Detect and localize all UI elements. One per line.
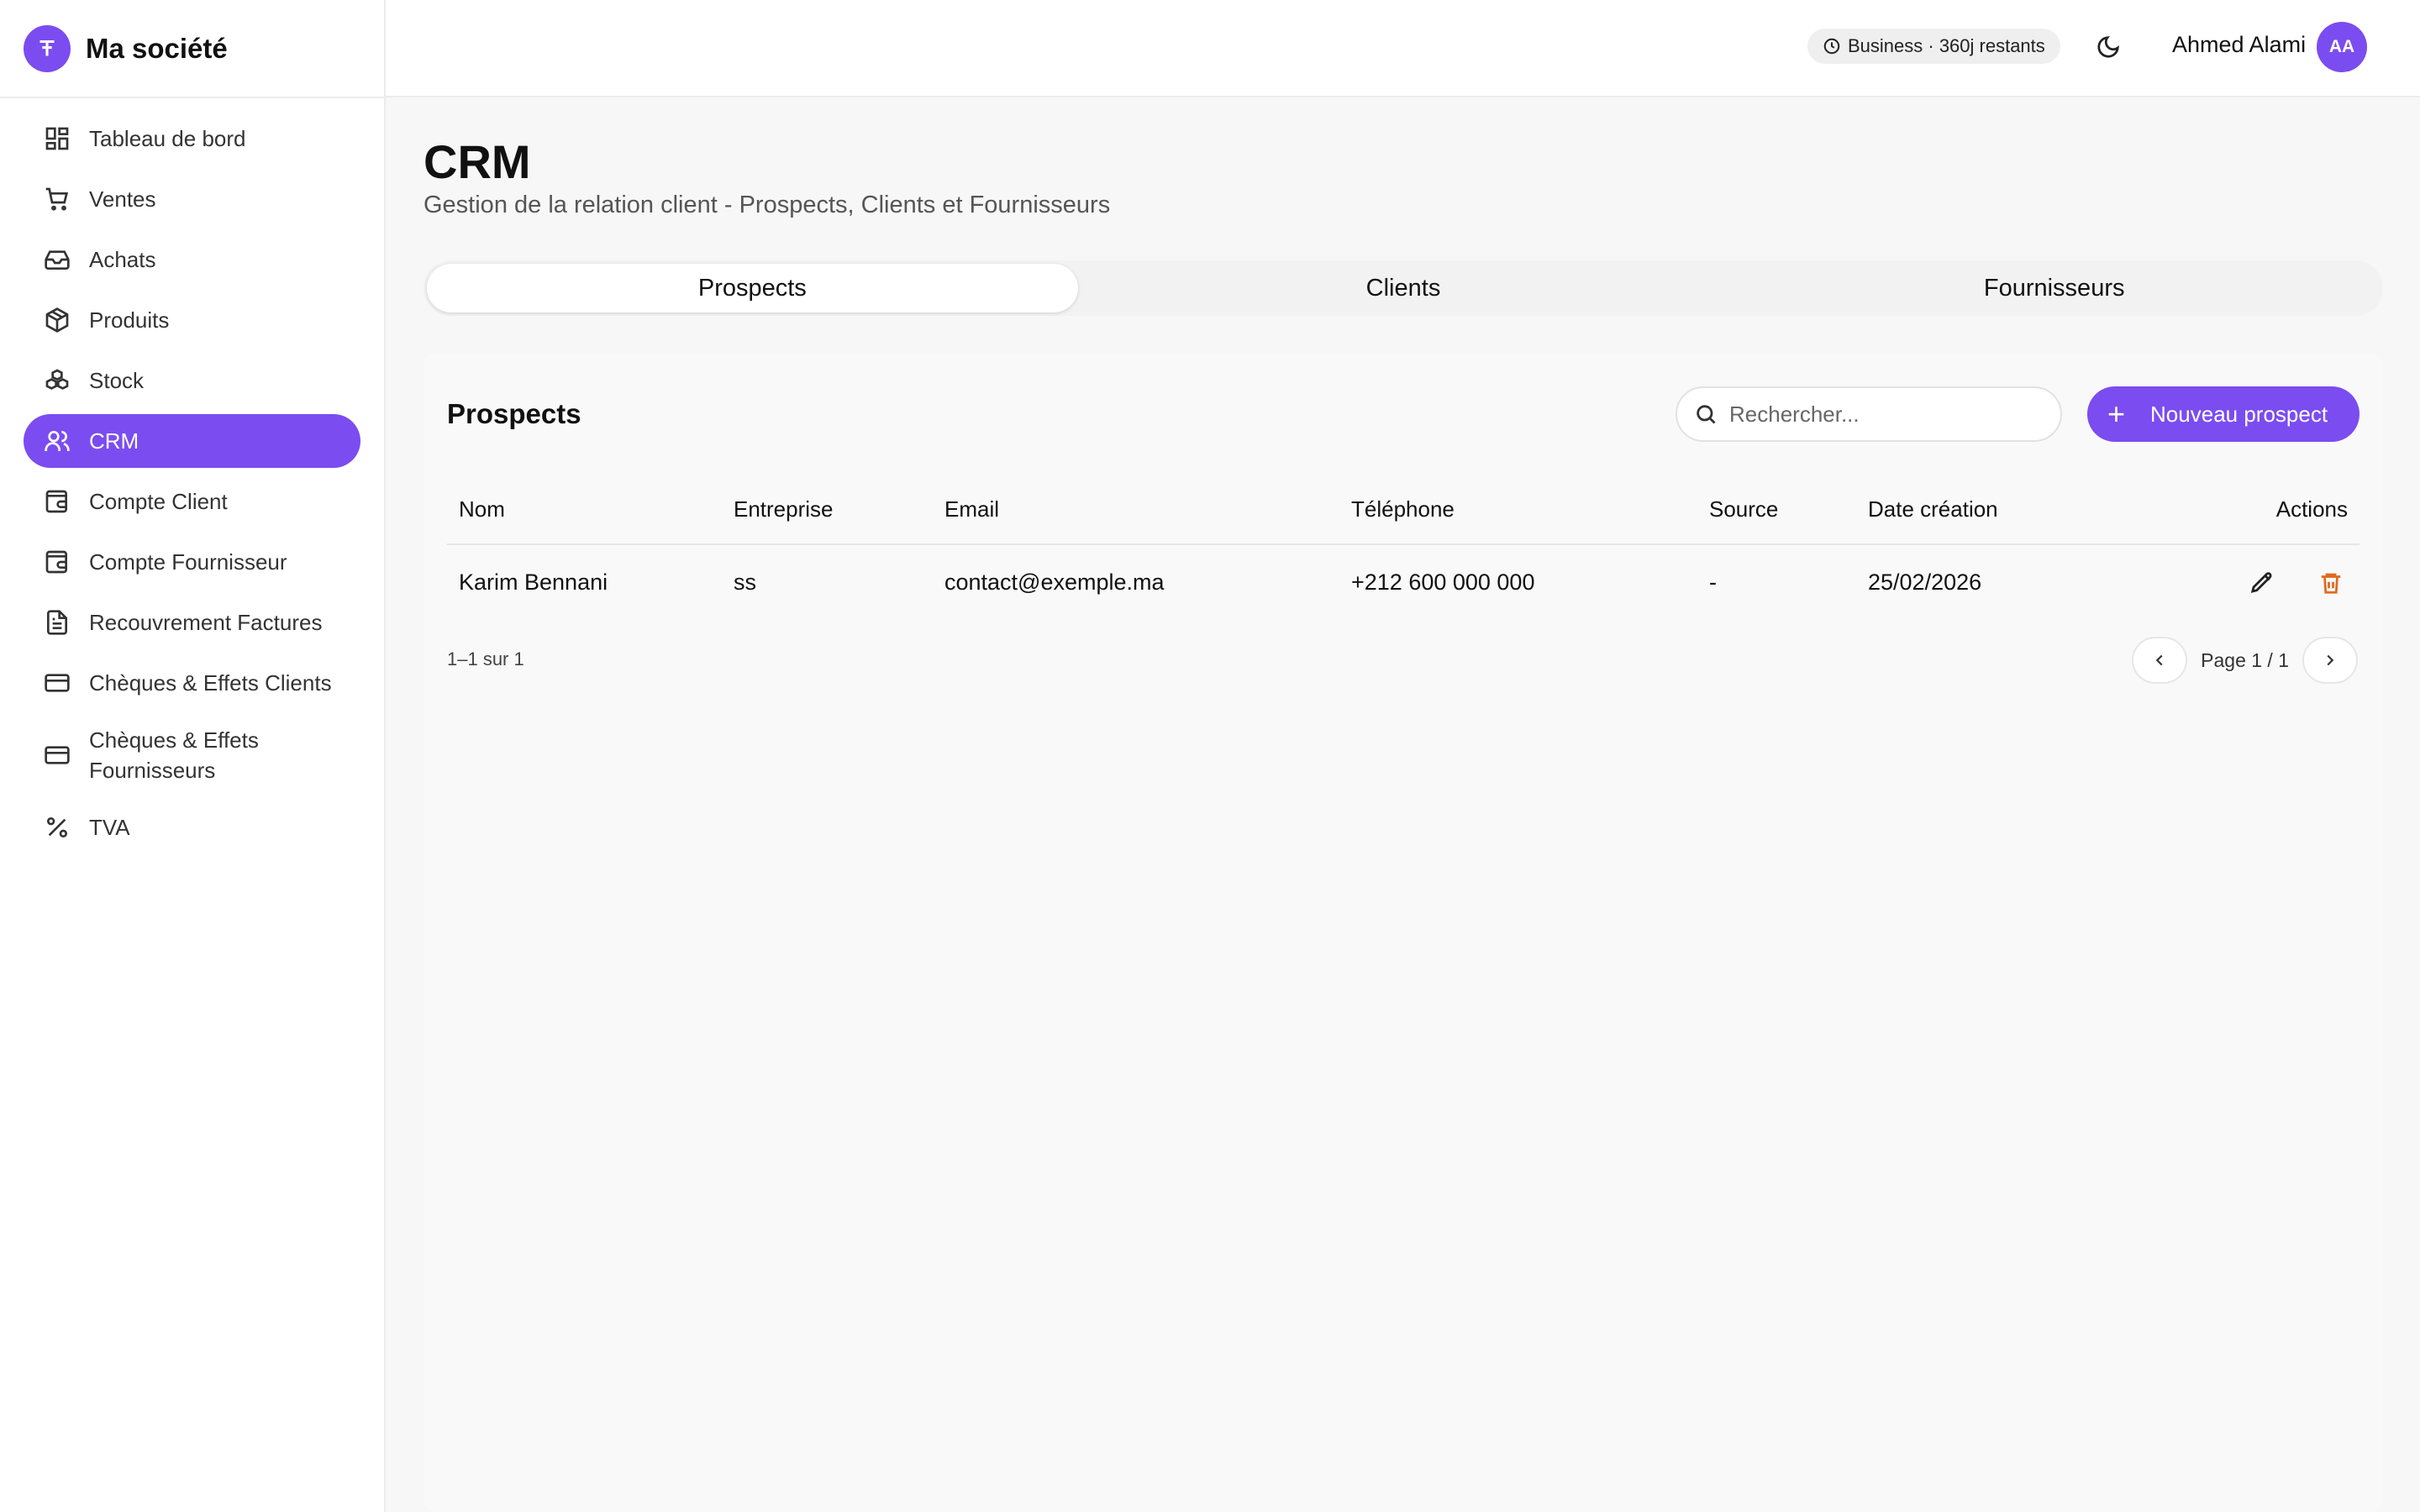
chevron-right-icon (2327, 654, 2334, 666)
sidebar-item-label: Chèques & Effets Fournisseurs (89, 727, 259, 783)
column-header-entreprise[interactable]: Entreprise (722, 475, 933, 545)
trash-icon (2321, 573, 2341, 594)
cell-telephone: +212 600 000 000 (1351, 570, 1535, 595)
theme-toggle-button[interactable] (2091, 30, 2125, 64)
crm-tabs: Prospects Clients Fournisseurs (424, 260, 2383, 316)
user-name[interactable]: Ahmed Alami (2172, 32, 2306, 58)
sidebar-nav: Tableau de bord Ventes Achats Produits S… (0, 98, 384, 854)
cell-date-creation: 25/02/2026 (1868, 570, 1982, 595)
clock-icon (1823, 38, 1840, 55)
avatar[interactable]: AA (2317, 22, 2367, 72)
cell-actions (2142, 544, 2360, 620)
sidebar-item-label: Achats (89, 246, 156, 272)
credit-card-icon (42, 668, 72, 698)
edit-button[interactable] (2245, 566, 2279, 600)
sidebar-item-label: Tableau de bord (89, 125, 246, 151)
cell-nom: Karim Bennani (459, 570, 608, 595)
sidebar-item-tva[interactable]: TVA (24, 801, 360, 854)
tab-clients[interactable]: Clients (1078, 264, 1729, 312)
brand-name: Ma société (86, 32, 228, 64)
sidebar-item-label: CRM (89, 428, 139, 454)
users-icon (42, 426, 72, 456)
prospects-card: Prospects + Nouveau prospect Nom Entrepr… (424, 353, 2383, 1512)
sidebar-item-label: Produits (89, 307, 170, 333)
percent-icon (42, 812, 72, 843)
search-input[interactable] (1729, 401, 2032, 428)
sidebar-item-label: Compte Fournisseur (89, 549, 287, 575)
column-header-actions: Actions (2142, 475, 2360, 545)
top-header: Business · 360j restants Ahmed Alami AA (386, 0, 2420, 97)
plan-badge: Business · 360j restants (1807, 29, 2060, 64)
chevron-left-icon (2155, 654, 2163, 666)
pagination: Page 1 / 1 (2132, 637, 2358, 684)
sidebar-item-ventes[interactable]: Ventes (24, 172, 360, 226)
tab-prospects[interactable]: Prospects (427, 264, 1078, 312)
sidebar-item-recouvrement-factures[interactable]: Recouvrement Factures (24, 596, 360, 649)
credit-card-icon (42, 740, 72, 770)
table-header-row: Nom Entreprise Email Téléphone Source Da… (447, 475, 2360, 545)
file-text-icon (42, 607, 72, 638)
package-icon (42, 305, 72, 335)
sidebar-item-crm[interactable]: CRM (24, 414, 360, 468)
column-header-nom[interactable]: Nom (447, 475, 722, 545)
sidebar-item-label: TVA (89, 814, 130, 840)
sidebar-item-label: Compte Client (89, 488, 228, 514)
column-header-date-creation[interactable]: Date création (1856, 475, 2142, 545)
column-header-telephone[interactable]: Téléphone (1339, 475, 1697, 545)
result-count: 1–1 sur 1 (447, 648, 524, 669)
card-title: Prospects (447, 398, 581, 429)
search-box (1676, 386, 2062, 442)
wallet-icon (42, 547, 72, 577)
cell-email: contact@exemple.ma (944, 570, 1165, 595)
sidebar-item-achats[interactable]: Achats (24, 233, 360, 286)
column-header-source[interactable]: Source (1697, 475, 1856, 545)
inbox-icon (42, 244, 72, 275)
page-subtitle: Gestion de la relation client - Prospect… (424, 192, 1111, 218)
sidebar-item-produits[interactable]: Produits (24, 293, 360, 347)
boxes-icon (42, 365, 72, 396)
column-header-email[interactable]: Email (933, 475, 1339, 545)
plan-badge-text: Business · 360j restants (1848, 35, 2045, 56)
delete-button[interactable] (2314, 566, 2348, 600)
dashboard-icon (42, 123, 72, 154)
page-indicator: Page 1 / 1 (2201, 648, 2289, 671)
cell-source: - (1709, 570, 1717, 595)
sidebar-item-label: Chèques & Effets Clients (89, 669, 332, 696)
sidebar-item-label: Ventes (89, 186, 156, 212)
brand-logo-icon (24, 24, 71, 72)
sidebar-item-cheques-fournisseurs[interactable]: Chèques & Effets Fournisseurs (24, 717, 360, 794)
sidebar-item-compte-fournisseur[interactable]: Compte Fournisseur (24, 535, 360, 589)
cell-entreprise: ss (734, 570, 756, 595)
sidebar: Ma société Tableau de bord Ventes Achats… (0, 0, 386, 1512)
page-title: CRM (424, 135, 531, 188)
sidebar-item-label: Stock (89, 367, 145, 393)
tab-fournisseurs[interactable]: Fournisseurs (1728, 264, 2380, 312)
sidebar-item-stock[interactable]: Stock (24, 354, 360, 407)
table-row[interactable]: Karim Bennani ss contact@exemple.ma +212… (447, 544, 2360, 620)
sidebar-item-tableau-de-bord[interactable]: Tableau de bord (24, 112, 360, 165)
prospects-table: Nom Entreprise Email Téléphone Source Da… (447, 475, 2360, 620)
sidebar-item-label: Recouvrement Factures (89, 609, 323, 635)
moon-icon (2097, 36, 2119, 58)
plus-icon: + (2107, 396, 2126, 431)
next-page-button[interactable] (2302, 637, 2358, 684)
sidebar-item-cheques-clients[interactable]: Chèques & Effets Clients (24, 656, 360, 710)
brand[interactable]: Ma société (0, 0, 384, 98)
cart-icon (42, 184, 72, 214)
pencil-icon (2251, 571, 2272, 593)
new-prospect-button[interactable]: + Nouveau prospect (2087, 386, 2360, 442)
wallet-icon (42, 486, 72, 517)
search-icon (1697, 405, 1716, 424)
new-prospect-label: Nouveau prospect (2150, 401, 2328, 427)
previous-page-button[interactable] (2132, 637, 2188, 684)
sidebar-item-compte-client[interactable]: Compte Client (24, 475, 360, 528)
